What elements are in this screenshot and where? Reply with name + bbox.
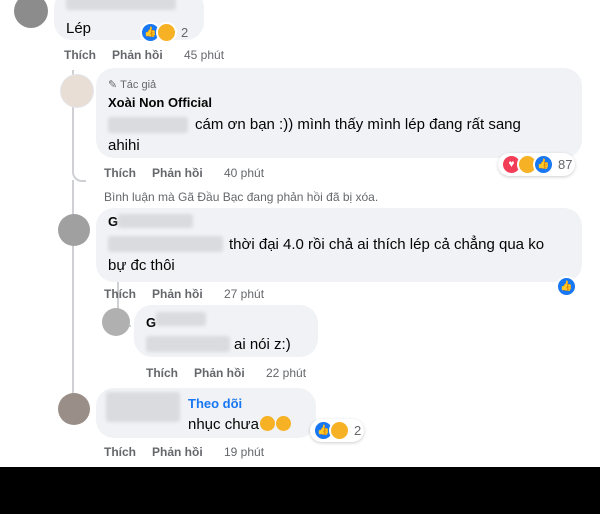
like-icon: 👍 [533, 154, 554, 175]
timestamp[interactable]: 27 phút [224, 287, 264, 301]
avatar[interactable] [102, 308, 130, 336]
comment-text: ai nói z:) [234, 336, 291, 353]
reaction-count: 2 [181, 25, 189, 40]
redacted-name [118, 214, 193, 228]
avatar[interactable] [14, 0, 48, 28]
laughing-emoji-icon [275, 416, 291, 431]
like-link[interactable]: Thích [104, 445, 136, 459]
comment-bubble [96, 68, 582, 158]
comment-text: thời đại 4.0 rồi chả ai thích lép cả chẳ… [229, 236, 545, 253]
avatar[interactable] [58, 214, 90, 246]
comment-actions: Thích Phản hồi 40 phút [104, 166, 304, 182]
reaction-summary[interactable]: 👍 2 [140, 22, 188, 43]
haha-icon [329, 420, 350, 441]
redacted-name [106, 392, 180, 422]
laughing-emoji-icon [259, 416, 275, 431]
timestamp[interactable]: 22 phút [266, 366, 306, 380]
pencil-icon: ✎ [108, 79, 118, 91]
like-icon: 👍 [556, 276, 577, 297]
deleted-reply-notice: Bình luận mà Gã Đầu Bạc đang phản hồi đã… [104, 190, 379, 204]
follow-link[interactable]: Theo dõi [188, 396, 242, 411]
reaction-summary[interactable]: 👍 [556, 276, 577, 297]
reaction-count: 87 [558, 157, 573, 172]
author-badge: ✎ Tác giả [108, 79, 157, 91]
comment-text: cám ơn bạn :)) mình thấy mình lép đang r… [195, 116, 521, 133]
comment-text: ahihi [108, 137, 140, 154]
comment-text: nhục chưa [188, 416, 291, 433]
thread-line [72, 180, 74, 400]
redacted-mention [108, 236, 223, 252]
comment-actions: Thích Phản hồi 45 phút [64, 48, 264, 64]
redacted-mention [146, 336, 230, 352]
comment-text: Lép [66, 20, 92, 37]
author-initial[interactable]: G [108, 214, 118, 229]
reply-link[interactable]: Phản hồi [152, 287, 203, 301]
reply-link[interactable]: Phản hồi [152, 166, 203, 180]
comment-actions: Thích Phản hồi 19 phút [104, 445, 304, 461]
comment-actions: Thích Phản hồi 27 phút [104, 287, 304, 303]
timestamp[interactable]: 45 phút [184, 48, 224, 62]
reaction-summary[interactable]: ♥ 👍 87 [498, 153, 576, 176]
like-link[interactable]: Thích [104, 166, 136, 180]
author-initial[interactable]: G [146, 315, 156, 330]
author-avatar[interactable] [60, 74, 94, 108]
reply-link[interactable]: Phản hồi [112, 48, 163, 62]
like-link[interactable]: Thích [64, 48, 96, 62]
comment-actions: Thích Phản hồi 22 phút [146, 366, 346, 382]
timestamp[interactable]: 40 phút [224, 166, 264, 180]
redacted-mention [108, 117, 188, 133]
redacted-name [156, 312, 206, 326]
reply-link[interactable]: Phản hồi [152, 445, 203, 459]
reaction-count: 2 [354, 423, 362, 438]
timestamp[interactable]: 19 phút [224, 445, 264, 459]
reply-link[interactable]: Phản hồi [194, 366, 245, 380]
haha-icon [156, 22, 177, 43]
like-link[interactable]: Thích [146, 366, 178, 380]
comment-text: bự đc thôi [108, 257, 175, 274]
redacted-name [66, 0, 176, 10]
author-name[interactable]: Xoài Non Official [108, 95, 212, 110]
like-link[interactable]: Thích [104, 287, 136, 301]
reaction-summary[interactable]: 👍 2 [310, 419, 365, 442]
black-bar [0, 467, 600, 514]
avatar[interactable] [58, 393, 90, 425]
